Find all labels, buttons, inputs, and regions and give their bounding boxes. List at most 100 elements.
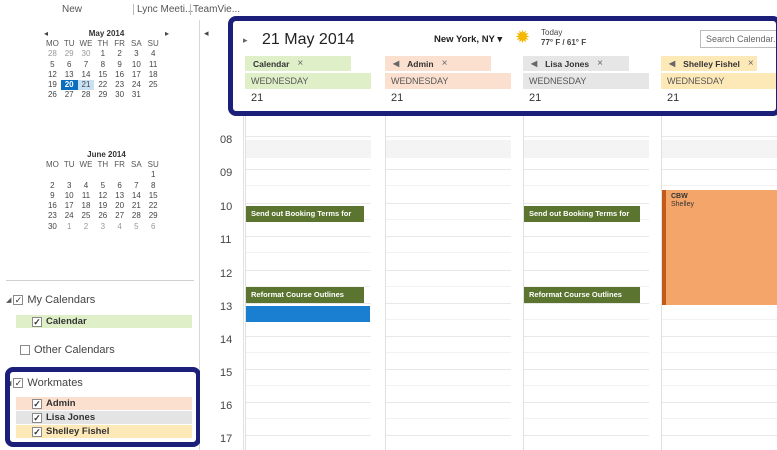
mini-calendar-day[interactable]: 28 xyxy=(44,49,61,59)
checkbox-icon[interactable] xyxy=(20,345,30,355)
checkbox-icon[interactable]: ✓ xyxy=(13,378,24,388)
mini-calendar-day[interactable]: 4 xyxy=(111,222,128,232)
mini-calendar-day[interactable]: 6 xyxy=(61,60,78,70)
mini-calendar-day[interactable]: 10 xyxy=(61,191,78,201)
close-tab-icon[interactable]: × xyxy=(748,58,754,69)
event-booking-terms[interactable]: Send out Booking Terms for xyxy=(524,206,640,222)
prev-month-arrow-icon[interactable]: ◂ xyxy=(44,29,48,38)
close-tab-icon[interactable]: × xyxy=(597,58,603,69)
mini-calendar-day[interactable]: 2 xyxy=(111,49,128,59)
mini-calendar-day[interactable]: 19 xyxy=(94,201,111,211)
mini-calendar-day[interactable]: 15 xyxy=(94,70,111,80)
mini-calendar-day[interactable]: 22 xyxy=(145,201,162,211)
mini-calendar-day[interactable]: 2 xyxy=(44,181,61,191)
mini-calendar-day[interactable]: 30 xyxy=(78,49,95,59)
mini-calendar-day[interactable]: 20 xyxy=(60,80,78,91)
mini-calendar-day[interactable]: 3 xyxy=(61,181,78,191)
mini-calendar-day[interactable]: 23 xyxy=(44,211,61,221)
mini-calendar-day[interactable]: 24 xyxy=(128,80,145,90)
mini-calendar-day[interactable]: 9 xyxy=(44,191,61,201)
mini-calendar-day[interactable]: 4 xyxy=(78,181,95,191)
event-course-outlines[interactable]: Reformat Course Outlines xyxy=(246,287,364,303)
mini-calendar-day[interactable]: 3 xyxy=(94,222,111,232)
checkbox-icon[interactable]: ✓ xyxy=(32,426,42,437)
event-cbw[interactable]: CBW Shelley xyxy=(662,190,777,305)
mini-calendar-day[interactable]: 29 xyxy=(94,90,111,100)
mini-calendar-day[interactable]: 28 xyxy=(128,211,145,221)
checkbox-icon[interactable]: ✓ xyxy=(32,398,42,409)
mini-calendar-day[interactable]: 30 xyxy=(44,222,61,232)
mini-calendar-day[interactable]: 8 xyxy=(94,60,111,70)
mini-calendar-day[interactable]: 6 xyxy=(145,222,162,232)
search-calendar-input[interactable]: Search Calendar... xyxy=(700,30,777,48)
mini-calendar-day[interactable]: 22 xyxy=(94,80,111,90)
new-button[interactable]: New xyxy=(62,4,82,15)
mini-calendar-day[interactable]: 14 xyxy=(78,70,95,80)
overlay-arrow-icon[interactable]: ◀ xyxy=(669,59,675,68)
mini-calendar-day[interactable]: 12 xyxy=(94,191,111,201)
mini-calendar-day[interactable]: 4 xyxy=(145,49,162,59)
mini-calendar-day[interactable]: 21 xyxy=(128,201,145,211)
mini-calendar-day[interactable]: 7 xyxy=(78,60,95,70)
calendar-tab[interactable]: ◀ Shelley Fishel × xyxy=(661,56,757,71)
mini-calendar-day[interactable]: 26 xyxy=(94,211,111,221)
overlay-arrow-icon[interactable]: ◀ xyxy=(531,59,537,68)
next-month-arrow-icon[interactable]: ▸ xyxy=(165,29,169,38)
calendar-item-lisa-jones[interactable]: ✓ Lisa Jones xyxy=(16,411,192,424)
location-dropdown-icon[interactable]: ▾ xyxy=(497,34,502,45)
calendar-tab[interactable]: ◀ Admin × xyxy=(385,56,491,71)
mini-calendar-day[interactable]: 29 xyxy=(145,211,162,221)
mini-calendar-day[interactable]: 3 xyxy=(128,49,145,59)
mini-calendar-day[interactable]: 12 xyxy=(44,70,61,80)
mini-calendar-day[interactable]: 5 xyxy=(44,60,61,70)
mini-calendar-day[interactable]: 2 xyxy=(78,222,95,232)
calendar-tab[interactable]: ◀ Lisa Jones × xyxy=(523,56,629,71)
mini-calendar-day[interactable]: 1 xyxy=(94,49,111,59)
event-untitled[interactable] xyxy=(246,306,370,322)
mini-calendar-day[interactable]: 5 xyxy=(128,222,145,232)
overlay-arrow-icon[interactable]: ◀ xyxy=(393,59,399,68)
mini-calendar-day[interactable]: 25 xyxy=(145,80,162,90)
mini-calendar-day[interactable]: 17 xyxy=(61,201,78,211)
mini-calendar-day[interactable]: 18 xyxy=(78,201,95,211)
close-tab-icon[interactable]: × xyxy=(297,58,303,69)
event-course-outlines[interactable]: Reformat Course Outlines xyxy=(524,287,640,303)
mini-calendar-day[interactable]: 16 xyxy=(44,201,61,211)
mini-calendar-day[interactable]: 29 xyxy=(61,49,78,59)
mini-calendar-day[interactable]: 13 xyxy=(61,70,78,80)
checkbox-icon[interactable]: ✓ xyxy=(13,295,24,305)
mini-calendar-day[interactable]: 20 xyxy=(111,201,128,211)
mini-calendar-day[interactable]: 18 xyxy=(145,70,162,80)
teamviewer-button[interactable]: TeamVie... xyxy=(193,4,240,15)
mini-calendar-day[interactable]: 21 xyxy=(77,80,95,91)
mini-calendar-day[interactable]: 31 xyxy=(128,90,145,100)
mini-calendar-day[interactable]: 1 xyxy=(61,222,78,232)
close-tab-icon[interactable]: × xyxy=(442,58,448,69)
checkbox-icon[interactable]: ✓ xyxy=(32,316,42,327)
mini-calendar-day[interactable]: 23 xyxy=(111,80,128,90)
collapse-pane-icon[interactable]: ◂ xyxy=(204,28,209,39)
my-calendars-group[interactable]: ◢ ✓ My Calendars xyxy=(6,294,95,306)
mini-calendar-day[interactable]: 27 xyxy=(61,90,78,100)
mini-calendar-day[interactable]: 10 xyxy=(128,60,145,70)
checkbox-icon[interactable]: ✓ xyxy=(32,412,42,423)
expand-triangle-icon[interactable]: ◢ xyxy=(6,379,11,387)
mini-calendar-day[interactable]: 11 xyxy=(78,191,95,201)
mini-calendar-day[interactable]: 7 xyxy=(128,181,145,191)
weather-location[interactable]: New York, NY ▾ xyxy=(434,34,502,45)
mini-calendar-day[interactable]: 11 xyxy=(145,60,162,70)
mini-calendar-day[interactable]: 24 xyxy=(61,211,78,221)
other-calendars-group[interactable]: Other Calendars xyxy=(20,344,115,356)
mini-calendar-day[interactable]: 1 xyxy=(145,170,162,180)
mini-calendar-day[interactable]: 5 xyxy=(94,181,111,191)
mini-calendar-day[interactable]: 16 xyxy=(111,70,128,80)
mini-calendar-day[interactable]: 30 xyxy=(111,90,128,100)
mini-calendar-day[interactable]: 13 xyxy=(111,191,128,201)
mini-calendar-day[interactable]: 25 xyxy=(78,211,95,221)
mini-calendar-day[interactable]: 26 xyxy=(44,90,61,100)
mini-calendar-day[interactable]: 28 xyxy=(78,90,95,100)
mini-calendar-day[interactable]: 14 xyxy=(128,191,145,201)
mini-calendar-day[interactable]: 17 xyxy=(128,70,145,80)
mini-calendar-day[interactable]: 6 xyxy=(111,181,128,191)
calendar-item-shelley-fishel[interactable]: ✓ Shelley Fishel xyxy=(16,425,192,438)
